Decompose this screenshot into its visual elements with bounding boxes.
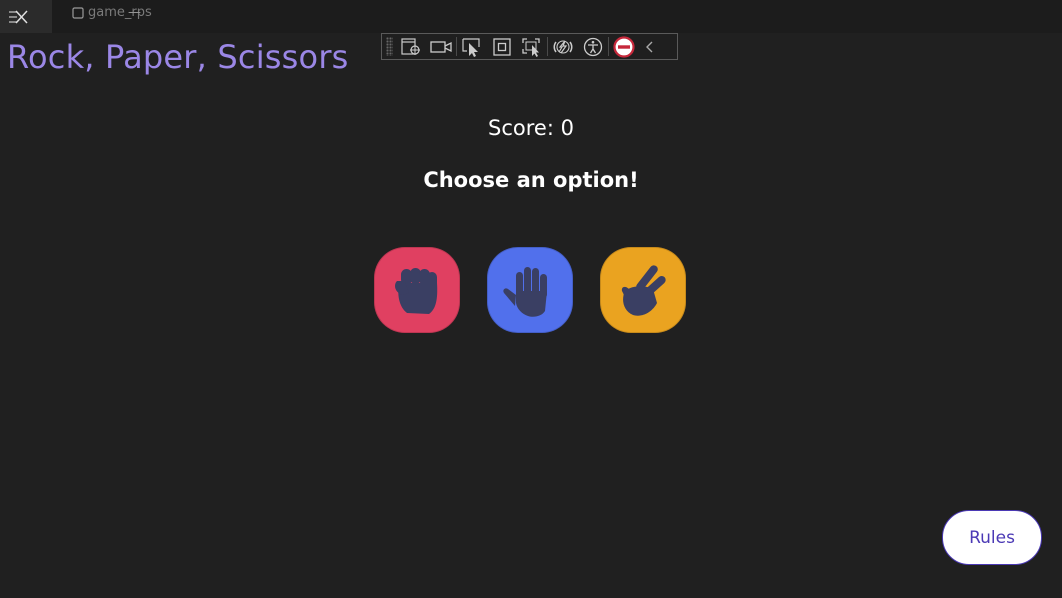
record-video-button[interactable] <box>426 34 456 59</box>
minimize-icon[interactable]: — <box>128 5 141 20</box>
track-focus-icon <box>522 37 540 57</box>
debug-toolbar <box>381 33 678 60</box>
scissors-button[interactable] <box>600 247 686 333</box>
layout-adorner-icon <box>493 37 511 56</box>
window-titlebar: game_rps — <box>0 0 1062 33</box>
fist-icon <box>395 268 438 314</box>
menu-button[interactable] <box>0 0 52 33</box>
hamburger-close-icon <box>9 9 28 24</box>
choose-prompt: Choose an option! <box>423 168 639 192</box>
select-element-icon <box>401 37 420 55</box>
pointer-select-button[interactable] <box>457 34 487 59</box>
layout-adorner-button[interactable] <box>487 34 517 59</box>
select-element-button[interactable] <box>396 34 426 59</box>
score-display: Score: 0 <box>488 116 574 140</box>
hot-reload-icon <box>553 39 573 54</box>
video-icon <box>430 40 452 53</box>
rules-button[interactable]: Rules <box>942 510 1042 565</box>
paper-button[interactable] <box>487 247 573 333</box>
rock-button[interactable] <box>374 247 460 333</box>
collapse-chevron-icon <box>646 41 653 52</box>
toolbar-grip-handle[interactable] <box>386 37 393 56</box>
app-window-icon <box>72 6 84 19</box>
page-title: Rock, Paper, Scissors <box>7 38 349 76</box>
open-hand-icon <box>503 267 547 317</box>
track-focus-button[interactable] <box>517 34 547 59</box>
accessibility-icon <box>583 37 603 56</box>
collapse-toolbar-button[interactable] <box>639 34 661 59</box>
window-title-text: game_rps <box>88 5 152 20</box>
pointer-select-icon <box>462 37 480 57</box>
peace-hand-icon <box>621 265 666 316</box>
stop-debug-button[interactable] <box>609 34 639 59</box>
stop-icon <box>613 35 635 58</box>
accessibility-button[interactable] <box>578 34 608 59</box>
hot-reload-button[interactable] <box>548 34 578 59</box>
